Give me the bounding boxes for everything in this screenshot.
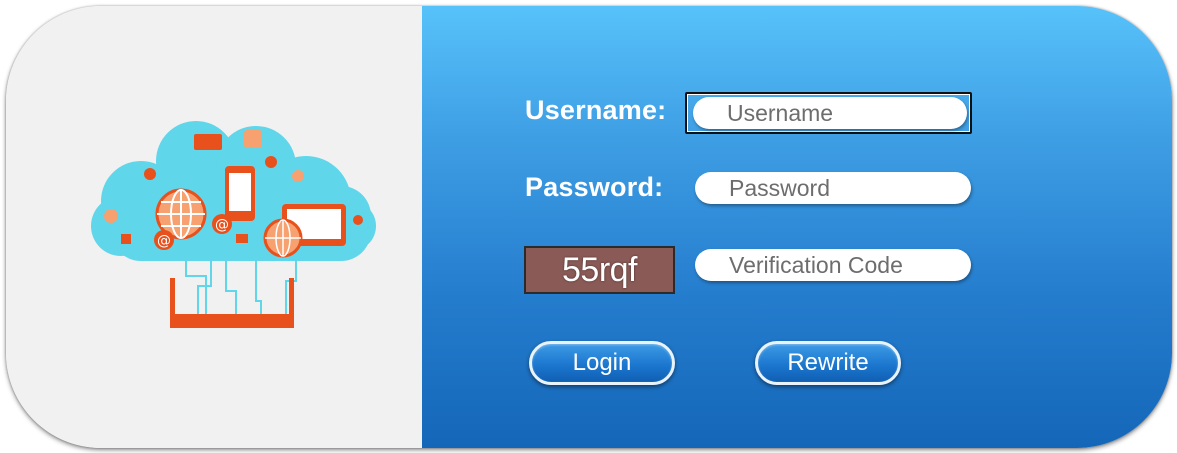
login-form-panel: Username: Password: 55rqf Login Rewrite [422,6,1172,448]
password-label: Password: [525,172,664,202]
verification-code-input[interactable] [695,249,971,281]
username-input[interactable] [693,97,967,129]
login-card: @ @ Username: Username Password: Passwor… [6,6,1172,448]
svg-text:@: @ [157,233,171,249]
cloud-network-router-icon: @ @ [91,121,376,328]
rewrite-button[interactable]: Rewrite [755,341,901,385]
username-label: Username: [525,95,667,125]
password-input[interactable] [695,172,971,204]
captcha-image[interactable]: 55rqf [524,246,675,294]
username-field-frame [685,92,972,134]
login-button[interactable]: Login [529,341,675,385]
illustration-panel: @ @ [6,6,422,448]
